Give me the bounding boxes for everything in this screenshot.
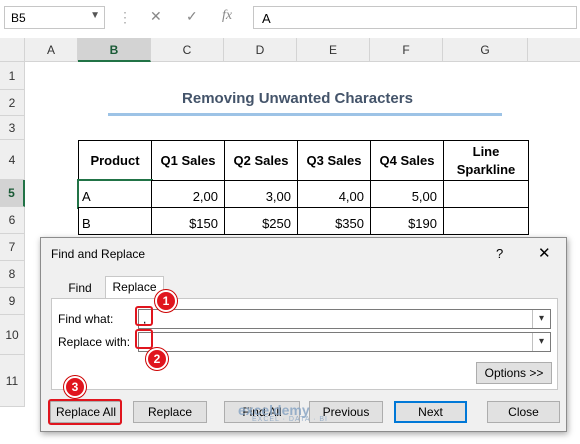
replace-button[interactable]: Replace: [133, 401, 207, 423]
header-line-sparkline[interactable]: Line Sparkline: [443, 140, 529, 181]
cancel-icon[interactable]: ✕: [150, 8, 162, 25]
column-header-h[interactable]: [528, 38, 580, 62]
cell-b6[interactable]: B: [78, 207, 152, 235]
tab-find[interactable]: Find: [55, 278, 105, 298]
replace-with-highlight: [135, 329, 153, 349]
chevron-down-icon[interactable]: ▼: [90, 10, 100, 21]
header-q2-sales[interactable]: Q2 Sales: [224, 140, 298, 181]
column-header-f[interactable]: F: [370, 38, 443, 62]
header-q4-sales[interactable]: Q4 Sales: [370, 140, 444, 181]
row-header-4[interactable]: 4: [0, 140, 25, 180]
row-header-5[interactable]: 5: [0, 180, 25, 207]
header-q3-sales[interactable]: Q3 Sales: [297, 140, 371, 181]
close-button[interactable]: Close: [487, 401, 560, 423]
cell-d6[interactable]: $250: [224, 207, 298, 235]
cell-e5[interactable]: 4,00: [297, 180, 371, 208]
replace-with-label: Replace with:: [58, 335, 131, 349]
dialog-title: Find and Replace: [51, 247, 146, 261]
help-icon[interactable]: ?: [496, 246, 503, 261]
find-what-input[interactable]: , ▾: [138, 309, 551, 329]
column-header-g[interactable]: G: [443, 38, 528, 62]
chevron-down-icon[interactable]: ▾: [532, 333, 550, 351]
select-all-corner[interactable]: [0, 38, 25, 62]
column-header-d[interactable]: D: [224, 38, 297, 62]
insert-function-icon[interactable]: fx: [222, 8, 232, 24]
watermark-tagline: EXCEL · DATA · BI: [252, 416, 328, 423]
header-product[interactable]: Product: [78, 140, 152, 181]
row-header-2[interactable]: 2: [0, 90, 25, 116]
step-badge-3: 3: [64, 376, 86, 398]
options-button[interactable]: Options >>: [476, 362, 552, 384]
name-box[interactable]: B5 ▼: [4, 6, 105, 29]
cell-g6[interactable]: [443, 207, 529, 235]
column-header-c[interactable]: C: [151, 38, 224, 62]
replace-all-highlight: [48, 399, 122, 425]
row-header-10[interactable]: 10: [0, 315, 25, 355]
header-q1-sales[interactable]: Q1 Sales: [151, 140, 225, 181]
row-header-11[interactable]: 11: [0, 355, 25, 407]
cell-f6[interactable]: $190: [370, 207, 444, 235]
cell-c6[interactable]: $150: [151, 207, 225, 235]
row-header-8[interactable]: 8: [0, 261, 25, 288]
column-header-b[interactable]: B: [78, 38, 151, 62]
sheet-title: Removing Unwanted Characters: [182, 90, 413, 107]
name-box-value: B5: [11, 11, 26, 25]
formula-input[interactable]: A: [253, 6, 577, 29]
step-badge-1: 1: [155, 290, 177, 312]
close-icon[interactable]: ✕: [538, 244, 551, 262]
formula-value: A: [262, 11, 271, 26]
cell-f5[interactable]: 5,00: [370, 180, 444, 208]
row-header-1[interactable]: 1: [0, 62, 25, 90]
find-what-label: Find what:: [58, 312, 114, 326]
title-underline: [108, 113, 502, 116]
step-badge-2: 2: [146, 348, 168, 370]
row-header-7[interactable]: 7: [0, 234, 25, 261]
find-what-highlight: [135, 306, 153, 326]
exceldemy-watermark: exceldemy EXCEL · DATA · BI: [238, 402, 328, 423]
row-header-3[interactable]: 3: [0, 116, 25, 140]
cell-g5[interactable]: [443, 180, 529, 208]
cell-e6[interactable]: $350: [297, 207, 371, 235]
replace-with-input[interactable]: ▾: [138, 332, 551, 352]
enter-icon[interactable]: ✓: [186, 8, 198, 25]
formula-bar: B5 ▼ ⋮ ✕ ✓ fx A: [0, 0, 580, 36]
row-header-9[interactable]: 9: [0, 288, 25, 315]
next-button[interactable]: Next: [394, 401, 467, 423]
cell-c5[interactable]: 2,00: [151, 180, 225, 208]
column-header-e[interactable]: E: [297, 38, 370, 62]
chevron-down-icon[interactable]: ▾: [532, 310, 550, 328]
replace-panel: Find what: , ▾ Replace with: ▾ Options >…: [51, 298, 558, 390]
cell-b5[interactable]: A: [77, 179, 153, 209]
cell-d5[interactable]: 3,00: [224, 180, 298, 208]
row-header-6[interactable]: 6: [0, 207, 25, 234]
column-header-a[interactable]: A: [25, 38, 78, 62]
separator-dots-icon: ⋮: [118, 9, 132, 25]
